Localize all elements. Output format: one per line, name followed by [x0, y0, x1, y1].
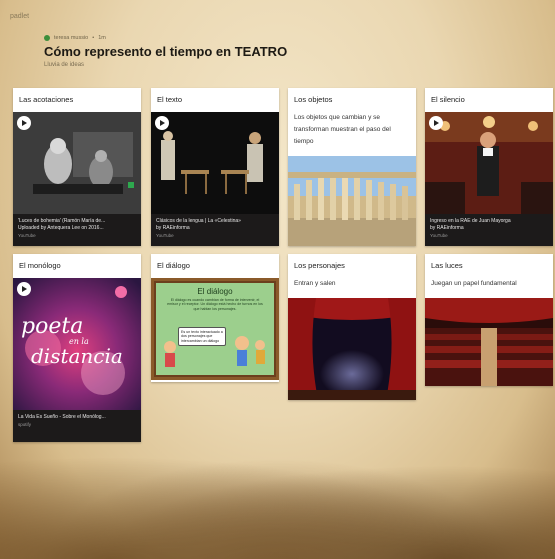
theatre-hall-image[interactable]: [425, 298, 553, 386]
play-icon[interactable]: [17, 116, 31, 130]
post-card-acotaciones[interactable]: Las acotaciones 'Luces de bohemia' (Ramó…: [13, 88, 141, 246]
post-card-objetos[interactable]: Los objetos Los objetos que cambian y se…: [288, 88, 416, 246]
video-uploader: by RAEinforma: [156, 225, 190, 231]
author-name[interactable]: teresa mussio: [54, 35, 88, 41]
post-title: El silencio: [425, 88, 553, 112]
red-curtain-stage-image: [288, 298, 416, 400]
bw-theatre-scene-image: [13, 112, 141, 214]
audio-title[interactable]: La Vida Es Sueño - Sobre el Monólog...: [18, 414, 136, 421]
post-card-luces[interactable]: Las luces Juegan un papel fundamental: [425, 254, 553, 386]
post-title: Los personajes: [288, 254, 416, 278]
board-header: padlet teresa mussio • 1m Cómo represent…: [0, 0, 555, 78]
post-title: El monólogo: [13, 254, 141, 278]
roman-ruins-image: [288, 156, 416, 246]
post-card-silencio[interactable]: El silencio Ingreso en la RAE de Juan Ma…: [425, 88, 553, 246]
dialogue-slide-image[interactable]: El diálogo El diálogo es cuando cambian …: [151, 278, 279, 380]
padlet-logo[interactable]: padlet: [10, 13, 29, 20]
page-subtitle: Lluvia de ideas: [44, 62, 85, 68]
post-card-monologo[interactable]: El monólogo poeta en la distancia La Vid…: [13, 254, 141, 442]
stage-reading-image: [151, 112, 279, 214]
post-body: Juegan un papel fundamental: [431, 280, 517, 287]
play-icon[interactable]: [155, 116, 169, 130]
slide-frame: El diálogo El diálogo es cuando cambian …: [154, 281, 276, 377]
poster-title: poeta en la distancia: [21, 314, 123, 368]
video-caption: Ingreso en la RAE de Juan Mayorga by RAE…: [425, 214, 553, 244]
video-source: YouTube: [18, 233, 36, 238]
post-title: Las acotaciones: [13, 88, 141, 112]
post-age: 1m: [98, 35, 106, 41]
post-title: Los objetos: [288, 88, 416, 112]
video-thumbnail[interactable]: [151, 112, 279, 214]
cartoon-characters-illustration: [164, 336, 265, 367]
theatre-seats-image: [425, 298, 553, 386]
post-title: El texto: [151, 88, 279, 112]
video-title[interactable]: Clásicos de la lengua | La «Celestina»: [156, 218, 274, 225]
avatar[interactable]: [44, 35, 50, 41]
video-source: YouTube: [156, 233, 174, 238]
play-icon[interactable]: [429, 116, 443, 130]
post-body: Los objetos que cambian y se transforman…: [294, 114, 391, 145]
stage-curtain-image[interactable]: [288, 298, 416, 400]
author-row: teresa mussio • 1m: [44, 35, 106, 41]
page-title: Cómo represento el tiempo en TEATRO: [44, 44, 288, 59]
video-title[interactable]: Ingreso en la RAE de Juan Mayorga: [430, 218, 548, 225]
audio-source: spotify: [18, 422, 32, 427]
play-icon[interactable]: [17, 282, 31, 296]
spotify-thumbnail[interactable]: poeta en la distancia: [13, 278, 141, 410]
video-uploader: Uploaded by Antequera Lee on 2016...: [18, 225, 104, 231]
video-thumbnail[interactable]: [425, 112, 553, 214]
post-card-personajes[interactable]: Los personajes Entran y salen: [288, 254, 416, 400]
post-title: Las luces: [425, 254, 553, 278]
rae-speech-image: [425, 112, 553, 214]
post-title: El diálogo: [151, 254, 279, 278]
post-body: Entran y salen: [294, 280, 336, 287]
video-thumbnail[interactable]: [13, 112, 141, 214]
ruins-image[interactable]: [288, 156, 416, 246]
separator-dot: •: [92, 35, 95, 41]
video-caption: Clásicos de la lengua | La «Celestina» b…: [151, 214, 279, 244]
video-caption: 'Luces de bohemia' (Ramón María de... Up…: [13, 214, 141, 244]
parchment-dark-edge: [0, 439, 555, 559]
video-uploader: by RAEinforma: [430, 225, 464, 231]
audio-caption: La Vida Es Sueño - Sobre el Monólog... s…: [13, 410, 141, 433]
video-source: YouTube: [430, 233, 448, 238]
post-card-dialogo[interactable]: El diálogo El diálogo El diálogo es cuan…: [151, 254, 279, 382]
post-card-texto[interactable]: El texto Clásicos de la lengua | La «Cel…: [151, 88, 279, 246]
video-title[interactable]: 'Luces de bohemia' (Ramón María de...: [18, 218, 136, 225]
